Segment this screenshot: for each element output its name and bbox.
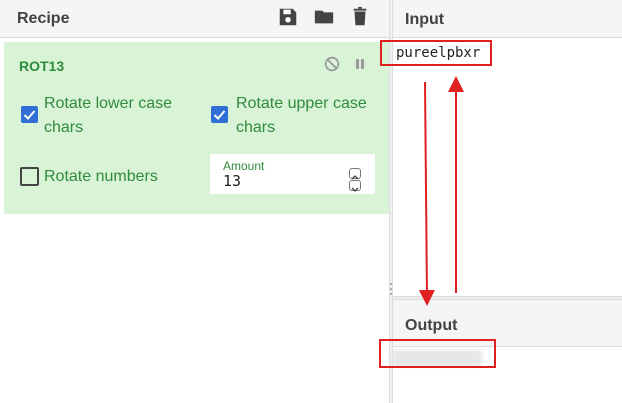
annotation-arrows bbox=[418, 76, 464, 306]
down-arrow-icon bbox=[418, 81, 435, 306]
